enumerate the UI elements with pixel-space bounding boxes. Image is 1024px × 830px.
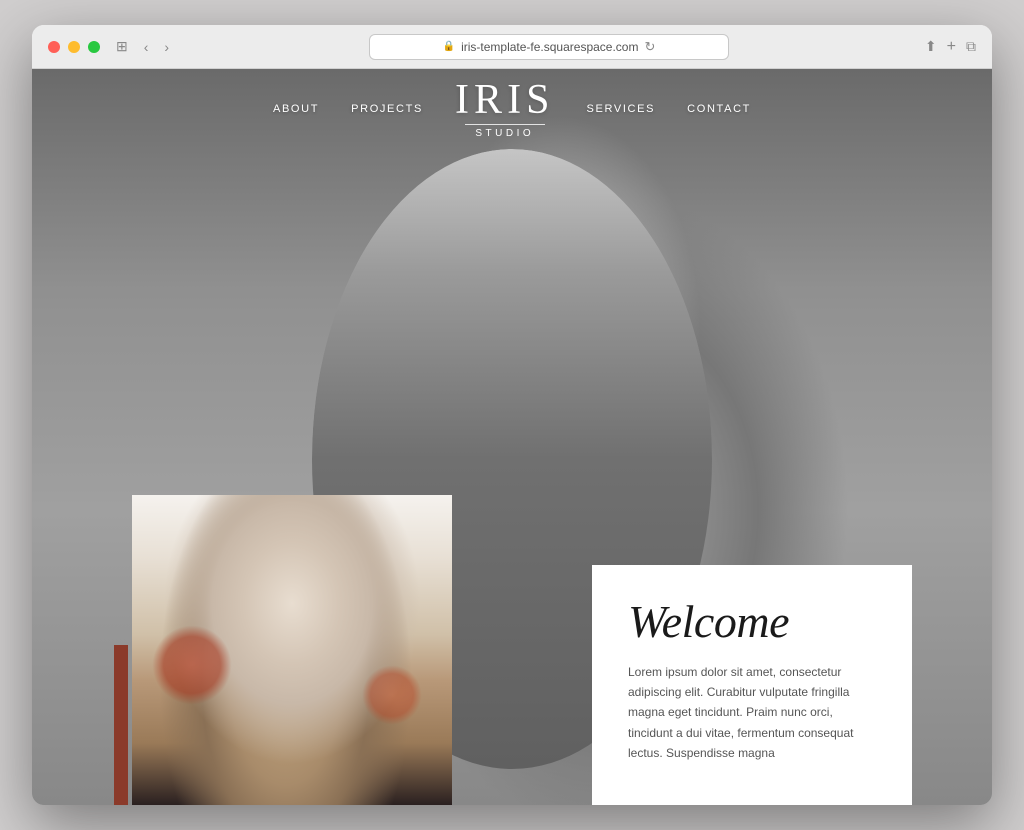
welcome-body: Lorem ipsum dolor sit amet, consectetur …	[628, 662, 876, 764]
nav-projects[interactable]: PROJECTS	[351, 103, 423, 115]
windows-icon[interactable]: ⧉	[966, 38, 976, 55]
nav-services[interactable]: SERVICES	[587, 103, 656, 115]
minimize-button[interactable]	[68, 41, 80, 53]
red-accent-bar	[114, 645, 128, 805]
url-text: iris-template-fe.squarespace.com	[461, 40, 638, 54]
fashion-photo	[132, 495, 452, 805]
share-icon[interactable]: ⬆	[925, 38, 937, 55]
nav-controls: ⊞ ‹ ›	[112, 36, 173, 57]
traffic-lights	[48, 41, 100, 53]
overlay-fashion-image	[132, 495, 452, 805]
nav-contact[interactable]: CONTACT	[687, 103, 751, 115]
close-button[interactable]	[48, 41, 60, 53]
website-content: ABOUT PROJECTS IRIS STUDIO SERVICES CONT…	[32, 69, 992, 805]
site-nav: ABOUT PROJECTS IRIS STUDIO SERVICES CONT…	[32, 69, 992, 149]
hero-overlay: Welcome Lorem ipsum dolor sit amet, cons…	[32, 485, 992, 805]
forward-button[interactable]: ›	[160, 37, 173, 57]
logo-subtitle: STUDIO	[475, 128, 534, 139]
nav-left: ABOUT PROJECTS	[273, 103, 423, 115]
window-mode-button[interactable]: ⊞	[112, 36, 132, 57]
toolbar-actions: ⬆ + ⧉	[925, 38, 976, 56]
lock-icon: 🔒	[443, 41, 455, 52]
logo-name: IRIS	[455, 79, 555, 121]
logo-divider	[465, 124, 545, 125]
mac-browser-window: ⊞ ‹ › 🔒 iris-template-fe.squarespace.com…	[32, 25, 992, 805]
hero-section: ABOUT PROJECTS IRIS STUDIO SERVICES CONT…	[32, 69, 992, 805]
welcome-box: Welcome Lorem ipsum dolor sit amet, cons…	[592, 565, 912, 805]
maximize-button[interactable]	[88, 41, 100, 53]
address-bar: 🔒 iris-template-fe.squarespace.com ↻	[189, 34, 909, 60]
title-bar: ⊞ ‹ › 🔒 iris-template-fe.squarespace.com…	[32, 25, 992, 69]
site-logo[interactable]: IRIS STUDIO	[455, 79, 555, 139]
nav-inner: ABOUT PROJECTS IRIS STUDIO SERVICES CONT…	[112, 79, 912, 139]
new-tab-icon[interactable]: +	[947, 38, 956, 56]
nav-right: SERVICES CONTACT	[587, 103, 752, 115]
welcome-title: Welcome	[628, 597, 876, 648]
back-button[interactable]: ‹	[140, 37, 153, 57]
nav-about[interactable]: ABOUT	[273, 103, 319, 115]
refresh-icon[interactable]: ↻	[644, 39, 655, 55]
url-input[interactable]: 🔒 iris-template-fe.squarespace.com ↻	[369, 34, 729, 60]
